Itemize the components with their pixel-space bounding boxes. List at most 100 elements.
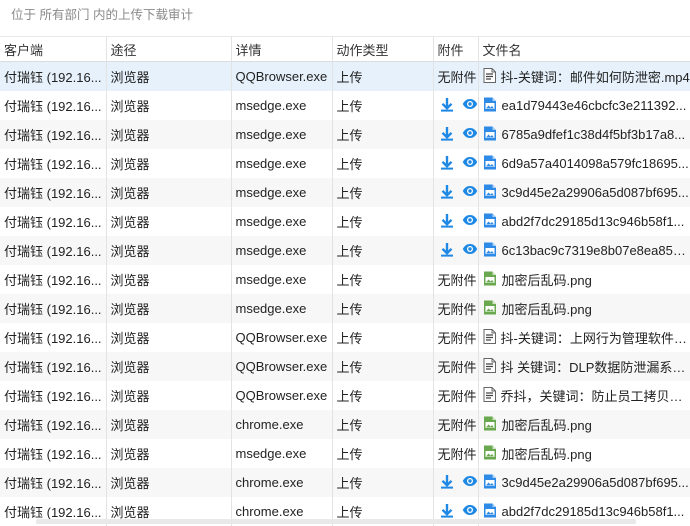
filename-text: 乔抖，关键词：防止员工拷贝公... [501,386,690,405]
download-icon[interactable] [440,503,454,518]
image-green-icon [483,271,497,289]
column-header-filename[interactable]: 文件名 [478,37,690,62]
cell-route: 浏览器 [106,381,231,410]
filename-text: 6785a9dfef1c38d4f5bf3b17a8... [502,127,686,142]
table-row[interactable]: 付瑞钰 (192.16...浏览器msedge.exe上传无附件 加密后乱码.p… [0,439,690,468]
cell-action-type: 上传 [332,91,433,120]
cell-route: 浏览器 [106,294,231,323]
cell-client: 付瑞钰 (192.16... [0,265,106,294]
image-blue-icon [483,155,497,173]
cell-filename: 3c9d45e2a29906a5d087bf695... [478,178,690,207]
breadcrumb: 位于 所有部门 内的上传下载审计 [0,0,690,36]
cell-action-type: 上传 [332,236,433,265]
column-header-client[interactable]: 客户端 [0,37,106,62]
cell-attachment: 无附件 [433,323,478,352]
cell-detail: QQBrowser.exe [231,352,332,381]
cell-client: 付瑞钰 (192.16... [0,381,106,410]
eye-icon[interactable] [462,504,478,516]
download-icon[interactable] [440,97,454,112]
eye-icon[interactable] [462,156,478,168]
cell-client: 付瑞钰 (192.16... [0,120,106,149]
download-icon[interactable] [440,242,454,257]
cell-client: 付瑞钰 (192.16... [0,91,106,120]
cell-detail: msedge.exe [231,294,332,323]
cell-attachment: 无附件 [433,294,478,323]
cell-attachment: 无附件 [433,62,478,92]
filename-text: abd2f7dc29185d13c946b58f1... [502,504,685,519]
column-header-detail[interactable]: 详情 [231,37,332,62]
filename-text: 加密后乱码.png [502,299,592,318]
cell-attachment: 无附件 [433,352,478,381]
table-row[interactable]: 付瑞钰 (192.16...浏览器msedge.exe上传 6c13bac9c7… [0,236,690,265]
document-icon [483,329,496,347]
table-row[interactable]: 付瑞钰 (192.16...浏览器msedge.exe上传 6d9a57a401… [0,149,690,178]
eye-icon[interactable] [462,127,478,139]
cell-attachment [433,236,478,265]
cell-detail: msedge.exe [231,439,332,468]
download-icon[interactable] [440,474,454,489]
download-icon[interactable] [440,126,454,141]
cell-attachment: 无附件 [433,265,478,294]
eye-icon[interactable] [462,185,478,197]
document-icon [483,68,496,86]
table-row[interactable]: 付瑞钰 (192.16...浏览器msedge.exe上传无附件 加密后乱码.p… [0,294,690,323]
image-blue-icon [483,474,497,492]
column-header-action-type[interactable]: 动作类型 [332,37,433,62]
table-row[interactable]: 付瑞钰 (192.16...浏览器chrome.exe上传 3c9d45e2a2… [0,468,690,497]
column-header-attachment[interactable]: 附件 [433,37,478,62]
table-row[interactable]: 付瑞钰 (192.16...浏览器msedge.exe上传无附件 加密后乱码.p… [0,265,690,294]
column-header-route[interactable]: 途径 [106,37,231,62]
cell-client: 付瑞钰 (192.16... [0,178,106,207]
cell-filename: 抖-关键词：上网行为管理软件.m... [478,323,690,352]
cell-action-type: 上传 [332,149,433,178]
cell-action-type: 上传 [332,178,433,207]
cell-client: 付瑞钰 (192.16... [0,236,106,265]
download-icon[interactable] [440,213,454,228]
cell-action-type: 上传 [332,439,433,468]
filename-text: 抖-关键词：上网行为管理软件.m... [501,328,690,347]
table-row[interactable]: 付瑞钰 (192.16...浏览器msedge.exe上传 ea1d79443e… [0,91,690,120]
cell-filename: 6d9a57a4014098a579fc18695... [478,149,690,178]
cell-client: 付瑞钰 (192.16... [0,323,106,352]
eye-icon[interactable] [462,243,478,255]
filename-text: 3c9d45e2a29906a5d087bf695... [502,185,689,200]
image-blue-icon [483,184,497,202]
cell-filename: abd2f7dc29185d13c946b58f1... [478,207,690,236]
cell-route: 浏览器 [106,207,231,236]
cell-route: 浏览器 [106,265,231,294]
cell-detail: msedge.exe [231,265,332,294]
table-row[interactable]: 付瑞钰 (192.16...浏览器QQBrowser.exe上传无附件 抖-关键… [0,323,690,352]
table-row[interactable]: 付瑞钰 (192.16...浏览器msedge.exe上传 3c9d45e2a2… [0,178,690,207]
table-row[interactable]: 付瑞钰 (192.16...浏览器msedge.exe上传 abd2f7dc29… [0,207,690,236]
cell-detail: chrome.exe [231,410,332,439]
eye-icon[interactable] [462,475,478,487]
cell-route: 浏览器 [106,410,231,439]
cell-detail: chrome.exe [231,468,332,497]
filename-text: 加密后乱码.png [502,270,592,289]
table-row[interactable]: 付瑞钰 (192.16...浏览器QQBrowser.exe上传无附件 抖 关键… [0,352,690,381]
cell-filename: 加密后乱码.png [478,265,690,294]
document-icon [483,358,496,376]
cell-client: 付瑞钰 (192.16... [0,410,106,439]
horizontal-scrollbar[interactable] [36,519,636,524]
cell-filename: ea1d79443e46cbcfc3e211392... [478,91,690,120]
cell-detail: QQBrowser.exe [231,62,332,92]
audit-table: 客户端 途径 详情 动作类型 附件 文件名 付瑞钰 (192.16...浏览器Q… [0,36,690,526]
cell-attachment [433,468,478,497]
eye-icon[interactable] [462,98,478,110]
cell-attachment [433,120,478,149]
download-icon[interactable] [440,155,454,170]
cell-detail: msedge.exe [231,91,332,120]
table-row[interactable]: 付瑞钰 (192.16...浏览器QQBrowser.exe上传无附件 抖-关键… [0,62,690,92]
cell-filename: 加密后乱码.png [478,439,690,468]
eye-icon[interactable] [462,214,478,226]
table-row[interactable]: 付瑞钰 (192.16...浏览器msedge.exe上传 6785a9dfef… [0,120,690,149]
table-row[interactable]: 付瑞钰 (192.16...浏览器QQBrowser.exe上传无附件 乔抖，关… [0,381,690,410]
filename-text: ea1d79443e46cbcfc3e211392... [502,98,687,113]
cell-route: 浏览器 [106,236,231,265]
table-row[interactable]: 付瑞钰 (192.16...浏览器chrome.exe上传无附件 加密后乱码.p… [0,410,690,439]
cell-route: 浏览器 [106,352,231,381]
cell-client: 付瑞钰 (192.16... [0,294,106,323]
download-icon[interactable] [440,184,454,199]
cell-detail: msedge.exe [231,236,332,265]
